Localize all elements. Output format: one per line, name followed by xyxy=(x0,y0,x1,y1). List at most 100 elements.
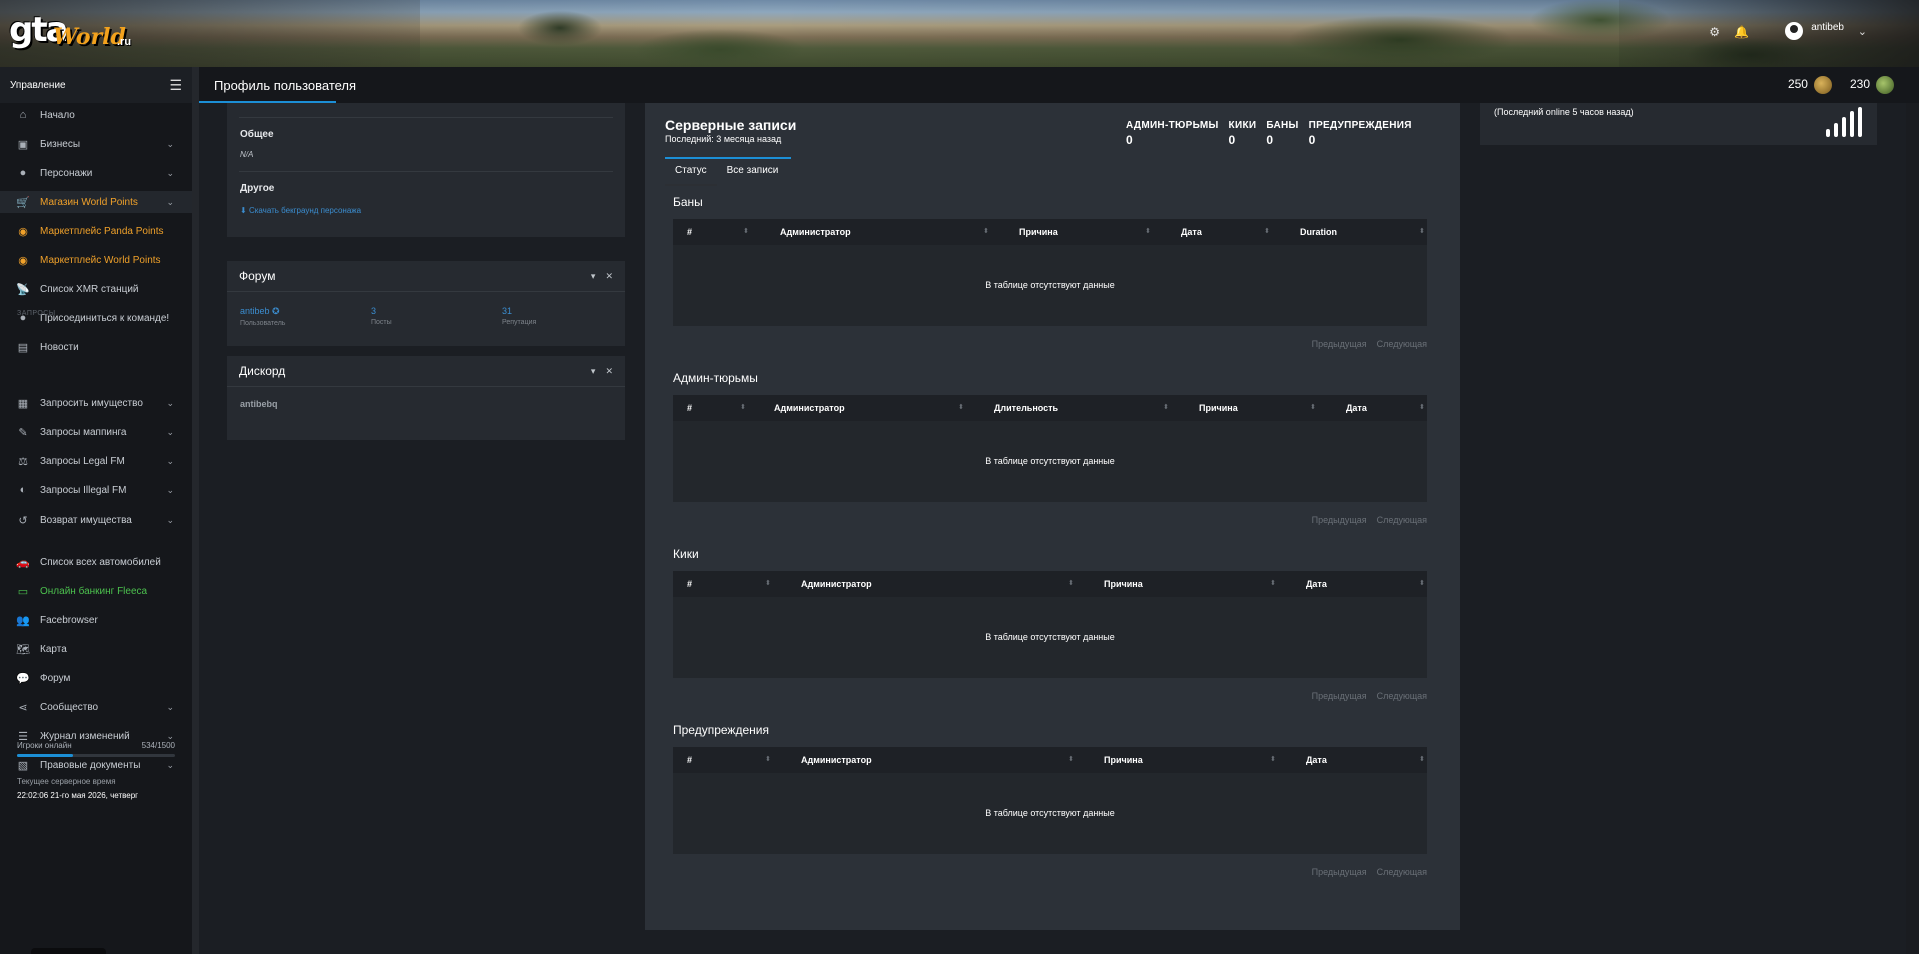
collapse-icon[interactable]: ▾ xyxy=(591,271,596,282)
sort-icon[interactable]: ⬍ xyxy=(983,219,989,245)
tab-all-records[interactable]: Все записи xyxy=(717,159,789,186)
column-header[interactable]: Длительность xyxy=(994,395,1058,421)
sidebar-item-3[interactable]: ● Персонажи ⌄ xyxy=(0,162,192,184)
sidebar-item-14[interactable]: ↺ Возврат имущества ⌄ xyxy=(0,509,192,531)
column-header[interactable]: Администратор xyxy=(801,571,872,597)
prev-page-button[interactable]: Предыдущая xyxy=(1312,339,1367,349)
sidebar-item-15[interactable]: 🚗 Список всех автомобилей xyxy=(0,551,192,573)
next-page-button[interactable]: Следующая xyxy=(1377,867,1427,877)
table-header: # ⬍ Администратор ⬍ Причина ⬍ Дата ⬍ xyxy=(673,747,1427,773)
sidebar-item-label: Начало xyxy=(40,109,75,121)
home-icon: ⌂ xyxy=(19,109,27,121)
column-header[interactable]: Причина xyxy=(1019,219,1058,245)
sort-icon[interactable]: ⬍ xyxy=(740,395,746,421)
sidebar-item-label: Присоединиться к команде! xyxy=(40,312,170,324)
sidebar-item-19[interactable]: 💬 Форум xyxy=(0,667,192,689)
column-header[interactable]: # xyxy=(687,571,692,597)
tab-status[interactable]: Статус xyxy=(665,159,717,186)
sort-icon[interactable]: ⬍ xyxy=(958,395,964,421)
sidebar-item-label: Магазин World Points xyxy=(40,196,138,208)
prev-page-button[interactable]: Предыдущая xyxy=(1312,515,1367,525)
column-header[interactable]: Дата xyxy=(1306,571,1327,597)
gear-icon[interactable]: ⚙ xyxy=(1709,25,1720,39)
column-header[interactable]: # xyxy=(687,395,692,421)
column-header[interactable]: Duration xyxy=(1300,219,1337,245)
sort-icon[interactable]: ⬍ xyxy=(765,571,771,597)
empty-table-message: В таблице отсутствуют данные xyxy=(985,632,1115,642)
column-header[interactable]: Причина xyxy=(1199,395,1238,421)
sidebar-item-1[interactable]: ⌂ Начало xyxy=(0,104,192,126)
next-page-button[interactable]: Следующая xyxy=(1377,691,1427,701)
sidebar-item-4[interactable]: 🛒 Магазин World Points ⌄ xyxy=(0,191,192,213)
column-header[interactable]: Администратор xyxy=(801,747,872,773)
sidebar-item-13[interactable]: ◐ Запросы Illegal FM ⌄ xyxy=(0,479,192,501)
close-icon[interactable]: ✕ xyxy=(605,366,613,377)
collapse-icon[interactable]: ▾ xyxy=(591,366,596,377)
cart-icon: 🛒 xyxy=(16,196,30,209)
count-admin-jail: АДМИН-ТЮРЬМЫ 0 xyxy=(1126,120,1219,147)
sort-icon[interactable]: ⬍ xyxy=(1419,395,1425,421)
map-icon: 🗺 xyxy=(16,643,30,656)
sidebar-item-18[interactable]: 🗺 Карта xyxy=(0,638,192,660)
sort-icon[interactable]: ⬍ xyxy=(1419,219,1425,245)
sidebar-item-17[interactable]: 👥 Facebrowser xyxy=(0,609,192,631)
prev-page-button[interactable]: Предыдущая xyxy=(1312,691,1367,701)
sort-icon[interactable]: ⬍ xyxy=(1270,747,1276,773)
header-banner: gta World .ru ⚙ 🔔 antibeb ⌄ xyxy=(0,0,1919,67)
sidebar-item-10[interactable]: ▦ Запросить имущество ⌄ xyxy=(0,392,192,414)
sidebar-item-20[interactable]: ⋖ Сообщество ⌄ xyxy=(0,696,192,718)
column-header[interactable]: # xyxy=(687,219,692,245)
user-menu[interactable]: antibeb xyxy=(1785,22,1844,40)
forum-user-link[interactable]: antibeb ✪ xyxy=(240,306,371,317)
sort-icon[interactable]: ⬍ xyxy=(1145,219,1151,245)
sidebar-item-5[interactable]: ◉ Маркетплейс Panda Points xyxy=(0,220,192,242)
sort-icon[interactable]: ⬍ xyxy=(743,219,749,245)
bell-icon[interactable]: 🔔 xyxy=(1734,25,1749,39)
sidebar-item-label: Журнал изменений xyxy=(40,730,130,742)
sidebar-item-6[interactable]: ◉ Маркетплейс World Points xyxy=(0,249,192,271)
next-page-button[interactable]: Следующая xyxy=(1377,339,1427,349)
site-logo[interactable]: gta World .ru xyxy=(9,10,131,54)
sidebar-item-12[interactable]: ⚖ Запросы Legal FM ⌄ xyxy=(0,450,192,472)
column-header[interactable]: Администратор xyxy=(780,219,851,245)
server-time-value: 22:02:06 21-го мая 2026, четверг xyxy=(17,791,139,800)
hamburger-icon[interactable]: ☰ xyxy=(169,77,182,94)
sort-icon[interactable]: ⬍ xyxy=(1419,571,1425,597)
sidebar-item-2[interactable]: ▣ Бизнесы ⌄ xyxy=(0,133,192,155)
prev-page-button[interactable]: Предыдущая xyxy=(1312,867,1367,877)
sort-icon[interactable]: ⬍ xyxy=(1419,747,1425,773)
sort-icon[interactable]: ⬍ xyxy=(1270,571,1276,597)
column-header[interactable]: Причина xyxy=(1104,571,1143,597)
download-background-link[interactable]: ⬇ Скачать бекграунд персонажа xyxy=(240,204,361,216)
sort-icon[interactable]: ⬍ xyxy=(1163,395,1169,421)
column-header[interactable]: Дата xyxy=(1306,747,1327,773)
close-icon[interactable]: ✕ xyxy=(605,271,613,282)
column-header[interactable]: Причина xyxy=(1104,747,1143,773)
sidebar-item-22[interactable]: ▧ Правовые документы ⌄ xyxy=(0,754,192,776)
sidebar-item-16[interactable]: ▭ Онлайн банкинг Fleeca xyxy=(0,580,192,602)
world-points-balance[interactable]: 250 xyxy=(1788,76,1832,94)
profile-info-card: Общее N/A Другое ⬇ Скачать бекграунд пер… xyxy=(227,103,625,237)
records-section-title: Предупреждения xyxy=(673,723,769,737)
empty-table-message: В таблице отсутствуют данные xyxy=(985,808,1115,818)
pagination: Предыдущая Следующая xyxy=(1312,515,1427,525)
chevron-down-icon[interactable]: ⌄ xyxy=(1858,25,1867,38)
sidebar-item-11[interactable]: ✎ Запросы маппинга ⌄ xyxy=(0,421,192,443)
server-records-subtitle: Последний: 3 месяца назад xyxy=(665,134,782,144)
players-label: Игроки онлайн xyxy=(17,741,72,750)
panda-points-balance[interactable]: 230 xyxy=(1850,76,1894,94)
next-page-button[interactable]: Следующая xyxy=(1377,515,1427,525)
sidebar-item-9[interactable]: ▤ Новости xyxy=(0,336,192,358)
sort-icon[interactable]: ⬍ xyxy=(1068,747,1074,773)
chevron-down-icon: ⌄ xyxy=(166,138,174,149)
sort-icon[interactable]: ⬍ xyxy=(765,747,771,773)
column-header[interactable]: Дата xyxy=(1346,395,1367,421)
sort-icon[interactable]: ⬍ xyxy=(1068,571,1074,597)
sort-icon[interactable]: ⬍ xyxy=(1310,395,1316,421)
column-header[interactable]: # xyxy=(687,747,692,773)
column-header[interactable]: Администратор xyxy=(774,395,845,421)
column-header[interactable]: Дата xyxy=(1181,219,1202,245)
sidebar-item-7[interactable]: 📡 Список XMR станций xyxy=(0,278,192,300)
sort-icon[interactable]: ⬍ xyxy=(1264,219,1270,245)
server-time-label: Текущее серверное время xyxy=(17,777,116,786)
